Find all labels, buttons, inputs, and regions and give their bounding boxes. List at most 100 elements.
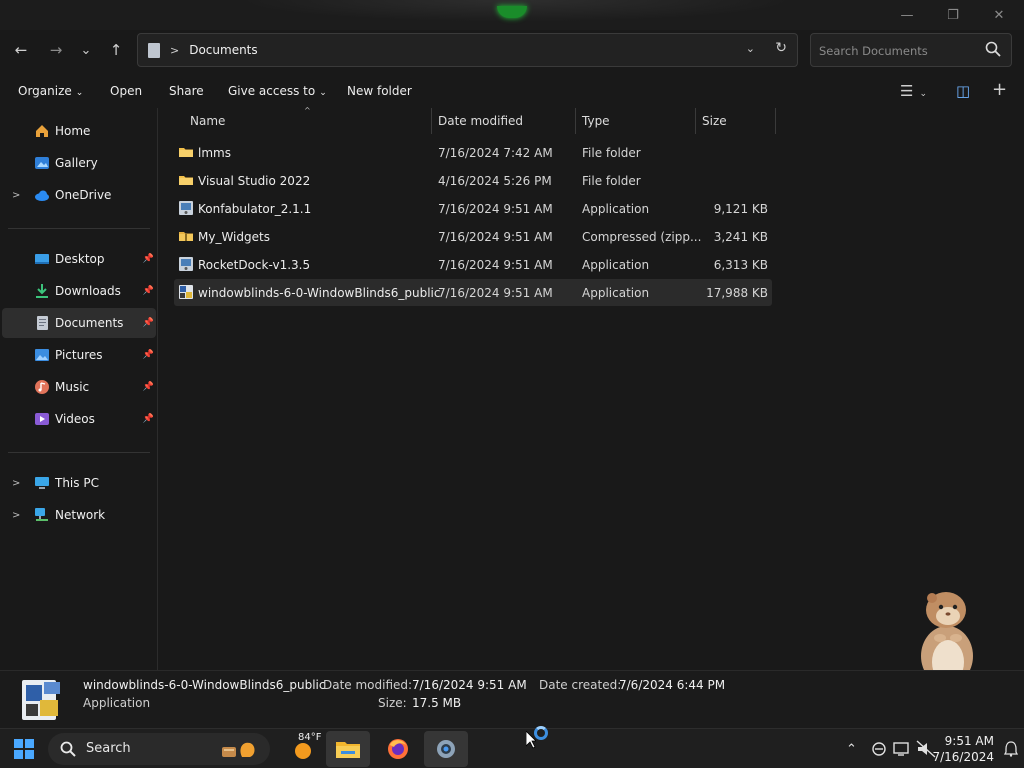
sidebar-item-desktop[interactable]: Desktop 📌 [2, 244, 156, 274]
taskbar-firefox[interactable] [376, 731, 420, 767]
details-pane-button[interactable]: ◫ [956, 82, 970, 100]
chevron-down-icon: ⌄ [919, 89, 927, 99]
taskbar-file-explorer[interactable] [326, 731, 370, 767]
date-created-label: Date created: [539, 678, 622, 692]
pin-icon[interactable]: 📌 [143, 350, 154, 360]
installer-icon [179, 257, 193, 271]
table-row[interactable]: Konfabulator_2.1.1 7/16/2024 9:51 AM App… [174, 195, 772, 222]
pin-icon[interactable]: 📌 [143, 318, 154, 328]
show-hidden-icons-button[interactable]: ⌃ [846, 729, 857, 768]
sidebar-item-gallery[interactable]: Gallery [2, 148, 156, 178]
file-date: 7/16/2024 9:51 AM [438, 258, 553, 272]
pin-icon[interactable]: 📌 [143, 286, 154, 296]
chevron-up-icon: ⌃ [846, 741, 857, 757]
expand-chevron-icon[interactable]: > [12, 510, 20, 521]
search-box[interactable] [810, 33, 1012, 67]
cloud-icon [34, 187, 50, 203]
search-icon[interactable] [985, 41, 1001, 57]
close-button[interactable]: ✕ [976, 4, 1022, 26]
view-options-button[interactable]: ☰ ⌄ [900, 82, 927, 100]
table-row[interactable]: RocketDock-v1.3.5 7/16/2024 9:51 AM Appl… [174, 251, 772, 278]
new-folder-button[interactable]: New folder [347, 84, 412, 98]
file-name: RocketDock-v1.3.5 [198, 258, 311, 272]
file-name: lmms [198, 146, 231, 160]
gallery-icon [34, 155, 50, 171]
sidebar-item-pictures[interactable]: Pictures 📌 [2, 340, 156, 370]
breadcrumb-documents[interactable]: Documents [189, 43, 257, 57]
file-name: My_Widgets [198, 230, 270, 244]
start-button[interactable] [8, 729, 40, 768]
file-size: 6,313 KB [713, 258, 768, 272]
document-icon [34, 315, 50, 331]
new-tab-button[interactable]: + [992, 79, 1007, 100]
network-icon [34, 507, 50, 523]
tray-bluetooth[interactable] [870, 729, 888, 768]
size-label: Size: [378, 696, 407, 710]
pin-icon[interactable]: 📌 [143, 414, 154, 424]
taskbar-search[interactable]: Search [48, 733, 270, 765]
table-row[interactable]: Visual Studio 2022 4/16/2024 5:26 PM Fil… [174, 167, 772, 194]
taskbar: Search 84°F ⌃ 9:51 AM 7/16/2024 [0, 728, 1024, 768]
refresh-button[interactable]: ↻ [775, 40, 787, 56]
sidebar-item-label: Home [55, 124, 91, 138]
sidebar-item-documents[interactable]: Documents 📌 [2, 308, 156, 338]
sidebar-item-this-pc[interactable]: > This PC [2, 468, 156, 498]
clock-date: 7/16/2024 [932, 750, 994, 764]
file-type: File folder [582, 146, 641, 160]
sidebar-item-videos[interactable]: Videos 📌 [2, 404, 156, 434]
taskbar-settings-app[interactable] [424, 731, 468, 767]
column-header-type[interactable]: Type [576, 108, 696, 134]
breadcrumb-separator-icon: > [170, 43, 180, 57]
sidebar-item-label: Network [55, 508, 106, 522]
pin-icon[interactable]: 📌 [143, 382, 154, 392]
notifications-button[interactable] [1004, 729, 1018, 768]
address-bar[interactable]: > Documents ⌄ ↻ [137, 33, 798, 67]
table-row[interactable]: My_Widgets 7/16/2024 9:51 AM Compressed … [174, 223, 772, 250]
table-row[interactable]: windowblinds-6-0-WindowBlinds6_public 7/… [174, 279, 772, 306]
sidebar-item-music[interactable]: Music 📌 [2, 372, 156, 402]
document-icon [148, 42, 160, 58]
file-name: windowblinds-6-0-WindowBlinds6_public [198, 286, 441, 300]
app-icon [179, 285, 193, 299]
sidebar-item-downloads[interactable]: Downloads 📌 [2, 276, 156, 306]
taskbar-search-label: Search [86, 741, 131, 756]
column-header-size[interactable]: Size [696, 108, 776, 134]
column-header-date[interactable]: Date modified [432, 108, 576, 134]
pin-icon[interactable]: 📌 [143, 254, 154, 264]
sidebar-divider [8, 228, 150, 229]
weather-widget[interactable]: 84°F [284, 729, 322, 768]
recent-locations-button[interactable]: ⌄ [73, 37, 99, 63]
minimize-button[interactable]: — [884, 4, 930, 26]
file-size: 9,121 KB [713, 202, 768, 216]
give-access-button[interactable]: Give access to ⌄ [228, 84, 327, 98]
selected-file-kind: Application [83, 696, 151, 710]
file-size: 17,988 KB [706, 286, 768, 300]
search-input[interactable] [819, 42, 979, 60]
file-date: 7/16/2024 9:51 AM [438, 202, 553, 216]
column-header-label: Name [190, 114, 226, 128]
share-button[interactable]: Share [169, 84, 204, 98]
back-button[interactable]: ← [8, 37, 34, 63]
tray-display[interactable] [892, 729, 910, 768]
organize-button[interactable]: Organize ⌄ [18, 84, 83, 98]
open-button[interactable]: Open [110, 84, 142, 98]
table-row[interactable]: lmms 7/16/2024 7:42 AM File folder [174, 139, 772, 166]
sidebar-item-home[interactable]: Home [2, 116, 156, 146]
forward-button[interactable]: → [43, 37, 69, 63]
maximize-button[interactable]: ❐ [930, 4, 976, 26]
pictures-icon [34, 347, 50, 363]
file-date: 4/16/2024 5:26 PM [438, 174, 552, 188]
expand-chevron-icon[interactable]: > [12, 190, 20, 201]
file-explorer-icon [336, 742, 360, 758]
expand-chevron-icon[interactable]: > [12, 478, 20, 489]
sidebar-item-label: Music [55, 380, 90, 394]
file-name: Visual Studio 2022 [198, 174, 311, 188]
up-button[interactable]: ↑ [103, 37, 129, 63]
sidebar-item-onedrive[interactable]: > OneDrive [2, 180, 156, 210]
address-history-chevron-icon[interactable]: ⌄ [746, 42, 755, 55]
sidebar-item-network[interactable]: > Network [2, 500, 156, 530]
taskbar-clock[interactable]: 9:51 AM 7/16/2024 [932, 733, 994, 765]
sidebar-item-label: OneDrive [55, 188, 112, 202]
firefox-icon [388, 739, 408, 759]
give-access-label: Give access to [228, 84, 316, 98]
